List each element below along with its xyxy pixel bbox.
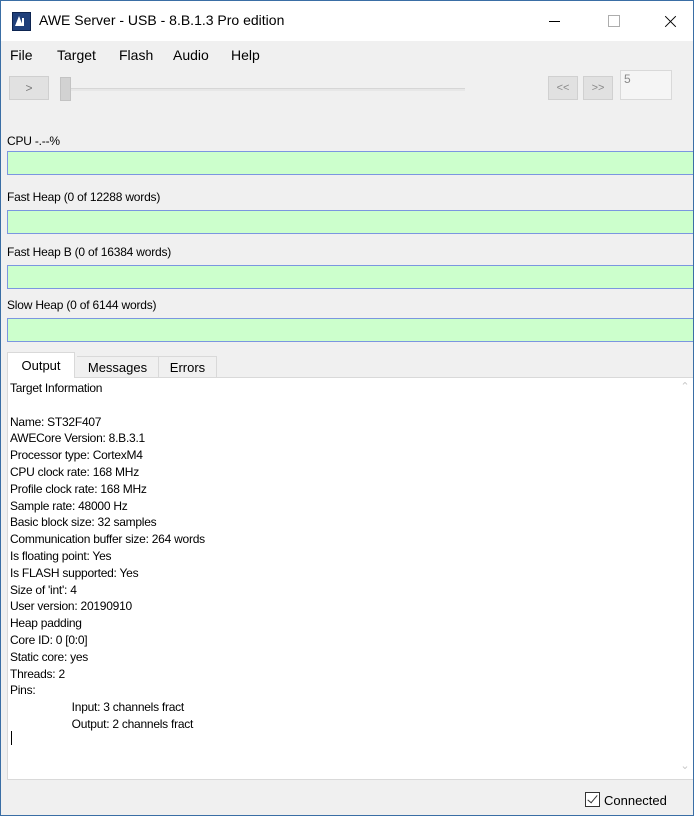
close-button[interactable] [647,1,693,41]
scroll-up-arrow-icon[interactable]: ⌃ [680,382,690,393]
cpu-meter-label: CPU -.--% [7,134,60,148]
menu-audio[interactable]: Audio [173,47,209,63]
fast-heap-b-bar [7,265,693,289]
menu-flash[interactable]: Flash [119,47,153,63]
position-slider-thumb[interactable] [60,77,71,101]
step-forward-button[interactable]: >> [583,76,613,100]
status-bar: Connected [1,781,693,815]
step-count-field[interactable]: 5 [620,70,672,100]
fast-heap-label: Fast Heap (0 of 12288 words) [7,190,161,204]
tab-errors[interactable]: Errors [159,356,217,378]
menu-help[interactable]: Help [231,47,260,63]
menu-file[interactable]: File [10,47,33,63]
tab-output[interactable]: Output [7,352,75,378]
window-title: AWE Server - USB - 8.B.1.3 Pro edition [39,12,285,28]
menu-bar: File Target Flash Audio Help [1,41,693,67]
menu-target[interactable]: Target [57,47,96,63]
minimize-button[interactable] [531,1,577,41]
step-back-button[interactable]: << [548,76,578,100]
slow-heap-bar [7,318,693,342]
output-scrollbar[interactable]: ⌃ ⌄ [677,378,693,779]
tab-messages[interactable]: Messages [77,356,159,378]
toolbar: > << >> 5 [1,67,693,105]
cpu-meter-bar [7,151,693,175]
connected-label: Connected [604,793,667,808]
connected-checkbox[interactable] [585,792,600,807]
output-panel[interactable]: Target Information Name: ST32F407 AWECor… [7,377,693,780]
position-slider-track[interactable] [61,88,465,91]
text-caret [11,731,12,745]
fast-heap-b-label: Fast Heap B (0 of 16384 words) [7,245,172,259]
run-button[interactable]: > [9,76,49,100]
awe-logo-icon[interactable] [12,12,33,31]
title-bar[interactable]: AWE Server - USB - 8.B.1.3 Pro edition [1,1,693,41]
output-log[interactable]: Target Information Name: ST32F407 AWECor… [10,380,670,740]
slow-heap-label: Slow Heap (0 of 6144 words) [7,298,157,312]
app-window: AWE Server - USB - 8.B.1.3 Pro edition F… [0,0,694,816]
scroll-down-arrow-icon[interactable]: ⌄ [680,761,690,772]
maximize-button[interactable] [591,1,637,41]
fast-heap-bar [7,210,693,234]
